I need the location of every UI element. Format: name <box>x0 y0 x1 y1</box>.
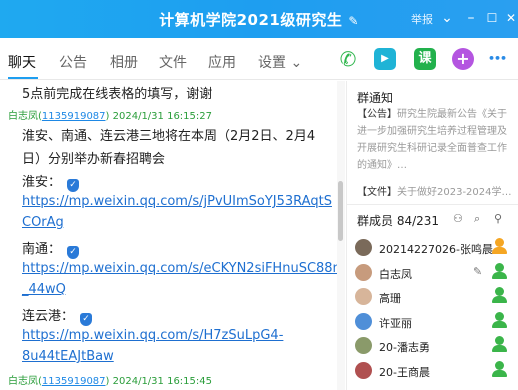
admin-badge-icon <box>491 287 508 304</box>
message-sender: 白志凤(1135919087) 2024/1/31 16:15:45 <box>8 376 212 387</box>
member-name: 20-潘志勇 <box>379 341 430 354</box>
message-time: 2024/1/31 16:15:45 <box>112 376 212 387</box>
sender-qq[interactable]: 1135919087 <box>42 376 106 387</box>
maximize-button[interactable]: ☐ <box>483 9 501 27</box>
shield-icon: ✓ <box>67 246 80 259</box>
member-name: 许亚丽 <box>379 317 412 330</box>
avatar <box>355 337 372 354</box>
announcement-preview[interactable]: 【公告】研究生院最新公告《关于进一步加强研究生培养过程管理及开展研究生科研记录全… <box>357 106 507 174</box>
tab-apps[interactable]: 应用 <box>208 52 236 72</box>
announcement-tag: 【公告】 <box>357 109 397 120</box>
member-item[interactable]: 20-潘志勇 <box>355 336 515 356</box>
chat-scrollbar[interactable] <box>337 81 345 390</box>
admin-badge-icon <box>491 361 508 378</box>
side-panel: 群通知 【公告】研究生院最新公告《关于进一步加强研究生培养过程管理及开展研究生科… <box>346 81 518 390</box>
sender-name[interactable]: 白志凤 <box>8 111 38 122</box>
more-icon[interactable]: ••• <box>486 48 508 70</box>
minimize-button[interactable]: – <box>462 9 480 27</box>
divider <box>347 204 518 205</box>
admin-badge-icon <box>491 336 508 353</box>
member-item[interactable]: 高珊 <box>355 287 515 307</box>
tab-bar: 聊天 公告 相册 文件 应用 设置 ⌄ ✆ ▶ 课 + ••• <box>0 38 518 80</box>
file-text: 关于做好2023-2024学… <box>397 187 512 198</box>
member-item[interactable]: 20214227026-张鸣晨 <box>355 238 515 258</box>
tab-files[interactable]: 文件 <box>159 52 187 72</box>
edit-name-icon[interactable]: ✎ <box>348 14 359 28</box>
avatar <box>355 264 372 281</box>
member-item[interactable]: 许亚丽 <box>355 312 515 332</box>
city-label: 淮安： ✓ <box>22 171 80 192</box>
classroom-icon[interactable]: 课 <box>414 48 436 70</box>
city-name: 连云港： <box>22 309 75 324</box>
phone-call-icon[interactable]: ✆ <box>337 48 359 70</box>
owner-badge-icon <box>491 238 508 255</box>
member-name: 白志凤 <box>379 268 412 281</box>
active-tab-indicator <box>8 77 38 79</box>
admin-badge-icon <box>491 312 508 329</box>
avatar <box>355 313 372 330</box>
message-text: 淮安、南通、连云港三地将在本周（2月2日、2月4 <box>22 129 316 144</box>
add-member-icon[interactable]: ⚲ <box>494 212 502 225</box>
avatar <box>355 362 372 379</box>
shield-icon: ✓ <box>67 179 80 192</box>
search-icon[interactable]: ⌕ <box>474 212 480 226</box>
tab-album[interactable]: 相册 <box>110 52 138 72</box>
tab-settings[interactable]: 设置 ⌄ <box>258 52 302 72</box>
message-sender: 白志凤(1135919087) 2024/1/31 16:15:27 <box>8 111 212 122</box>
members-title: 群成员 84/231 <box>357 214 440 228</box>
close-button[interactable]: ✕ <box>502 9 518 27</box>
shield-icon: ✓ <box>80 313 93 326</box>
article-link[interactable]: 8u44tEAJtBaw <box>22 349 114 364</box>
scrollbar-thumb[interactable] <box>338 181 343 241</box>
member-name: 20-王商晨 <box>379 366 430 379</box>
member-item[interactable]: 20-王商晨 <box>355 361 515 381</box>
avatar <box>355 239 372 256</box>
member-item[interactable]: 白志凤 ✎ <box>355 263 515 283</box>
add-app-icon[interactable]: + <box>452 48 474 70</box>
article-link[interactable]: _44wQ <box>22 282 66 297</box>
chat-area[interactable]: 5点前完成在线表格的填写，谢谢 白志凤(1135919087) 2024/1/3… <box>0 81 337 390</box>
tab-chat[interactable]: 聊天 <box>8 52 36 72</box>
article-link[interactable]: https://mp.weixin.qq.com/s/eCKYN2siFHnuS… <box>22 261 337 276</box>
avatar <box>355 288 372 305</box>
video-call-icon[interactable]: ▶ <box>374 48 396 70</box>
city-name: 淮安： <box>22 175 62 190</box>
file-tag: 【文件】 <box>357 187 397 198</box>
city-label: 南通： ✓ <box>22 238 80 259</box>
article-link[interactable]: https://mp.weixin.qq.com/s/H7zSuLpG4- <box>22 328 283 343</box>
city-name: 南通： <box>22 242 62 257</box>
title-bar: 计算机学院2021级研究生 ✎ 举报 ⌄ – ☐ ✕ <box>0 0 518 38</box>
admin-badge-icon <box>491 263 508 280</box>
member-name: 20214227026-张鸣晨 <box>379 243 493 256</box>
message-text: 5点前完成在线表格的填写，谢谢 <box>22 87 213 102</box>
edit-icon[interactable]: ✎ <box>473 265 482 278</box>
group-manage-icon[interactable]: ⚇ <box>453 212 463 225</box>
message-text: 日）分别举办新春招聘会 <box>22 152 166 167</box>
city-label: 连云港： ✓ <box>22 305 93 326</box>
article-link[interactable]: COrAg <box>22 215 64 230</box>
sender-qq[interactable]: 1135919087 <box>42 111 106 122</box>
group-name: 计算机学院2021级研究生 <box>159 11 343 29</box>
report-button[interactable]: 举报 <box>411 11 433 27</box>
tab-announcement[interactable]: 公告 <box>59 52 87 72</box>
member-name: 高珊 <box>379 292 401 305</box>
article-link[interactable]: https://mp.weixin.qq.com/s/jPvUImSoYJ53R… <box>22 194 332 209</box>
chevron-down-icon[interactable]: ⌄ <box>438 9 456 27</box>
sender-name[interactable]: 白志凤 <box>8 376 38 387</box>
notice-title: 群通知 <box>357 91 394 105</box>
file-preview[interactable]: 【文件】关于做好2023-2024学… <box>357 183 517 198</box>
message-time: 2024/1/31 16:15:27 <box>112 111 212 122</box>
